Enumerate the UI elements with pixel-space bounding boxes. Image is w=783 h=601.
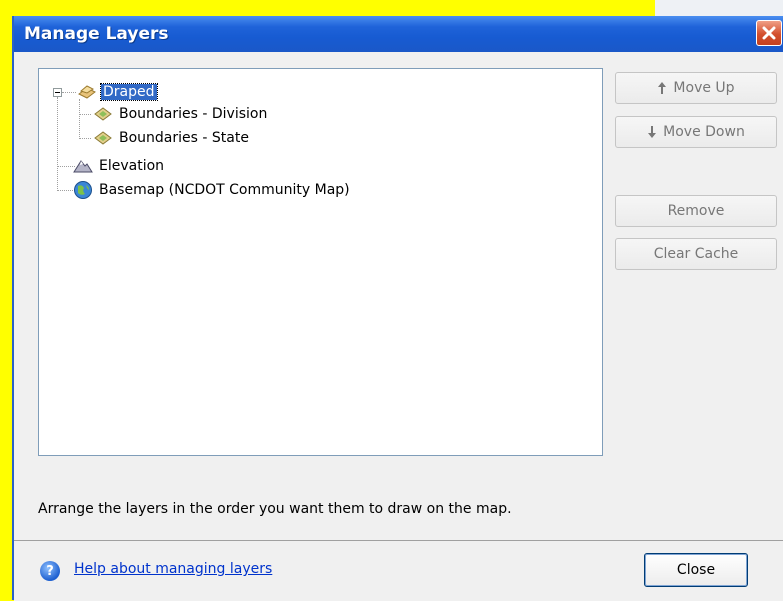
layer-tree[interactable]: Draped Boundaries - Division Boundaries … xyxy=(38,68,603,456)
tree-item-label: Elevation xyxy=(99,158,165,174)
tree-line xyxy=(79,99,80,137)
tree-item-label: Draped xyxy=(100,83,158,101)
arrow-down-icon xyxy=(647,125,657,139)
clear-cache-label: Clear Cache xyxy=(653,246,739,262)
tree-item-draped[interactable]: Draped xyxy=(77,81,158,103)
collapse-toggle[interactable] xyxy=(53,88,62,97)
close-label: Close xyxy=(676,562,716,578)
tree-item-boundaries-division[interactable]: Boundaries - Division xyxy=(93,103,269,125)
move-down-label: Move Down xyxy=(663,124,745,140)
tree-line xyxy=(57,97,58,189)
tree-item-boundaries-state[interactable]: Boundaries - State xyxy=(93,127,251,149)
window-title: Manage Layers xyxy=(24,24,169,44)
tree-item-basemap[interactable]: Basemap (NCDOT Community Map) xyxy=(73,179,352,201)
tree-line xyxy=(62,92,76,93)
instruction-text: Arrange the layers in the order you want… xyxy=(38,501,512,517)
polygon-layer-icon xyxy=(93,104,113,124)
polygon-layer-icon xyxy=(93,128,113,148)
tree-line xyxy=(79,138,91,139)
move-up-label: Move Up xyxy=(673,80,735,96)
elevation-icon xyxy=(73,156,93,176)
clear-cache-button[interactable]: Clear Cache xyxy=(615,238,777,270)
tree-item-label: Boundaries - State xyxy=(119,130,249,146)
move-down-button[interactable]: Move Down xyxy=(615,116,777,148)
remove-label: Remove xyxy=(667,203,725,219)
manage-layers-dialog: Manage Layers Draped Boundaries - Divisi… xyxy=(12,16,783,601)
tree-item-label: Boundaries - Division xyxy=(119,106,268,122)
tree-line xyxy=(79,114,91,115)
window-close-button[interactable] xyxy=(756,20,782,46)
tree-item-label: Basemap (NCDOT Community Map) xyxy=(99,182,350,198)
tree-item-elevation[interactable]: Elevation xyxy=(73,155,166,177)
move-up-button[interactable]: Move Up xyxy=(615,72,777,104)
close-button[interactable]: Close xyxy=(644,553,748,587)
help-link[interactable]: Help about managing layers xyxy=(74,561,272,577)
close-icon xyxy=(762,26,776,40)
dialog-footer: ? Help about managing layers Close xyxy=(14,540,783,601)
remove-button[interactable]: Remove xyxy=(615,195,777,227)
help-icon[interactable]: ? xyxy=(40,561,60,581)
layer-group-icon xyxy=(77,82,97,102)
dialog-body: Draped Boundaries - Division Boundaries … xyxy=(14,52,783,601)
title-bar[interactable]: Manage Layers xyxy=(14,16,783,52)
globe-icon xyxy=(73,180,93,200)
arrow-up-icon xyxy=(657,81,667,95)
